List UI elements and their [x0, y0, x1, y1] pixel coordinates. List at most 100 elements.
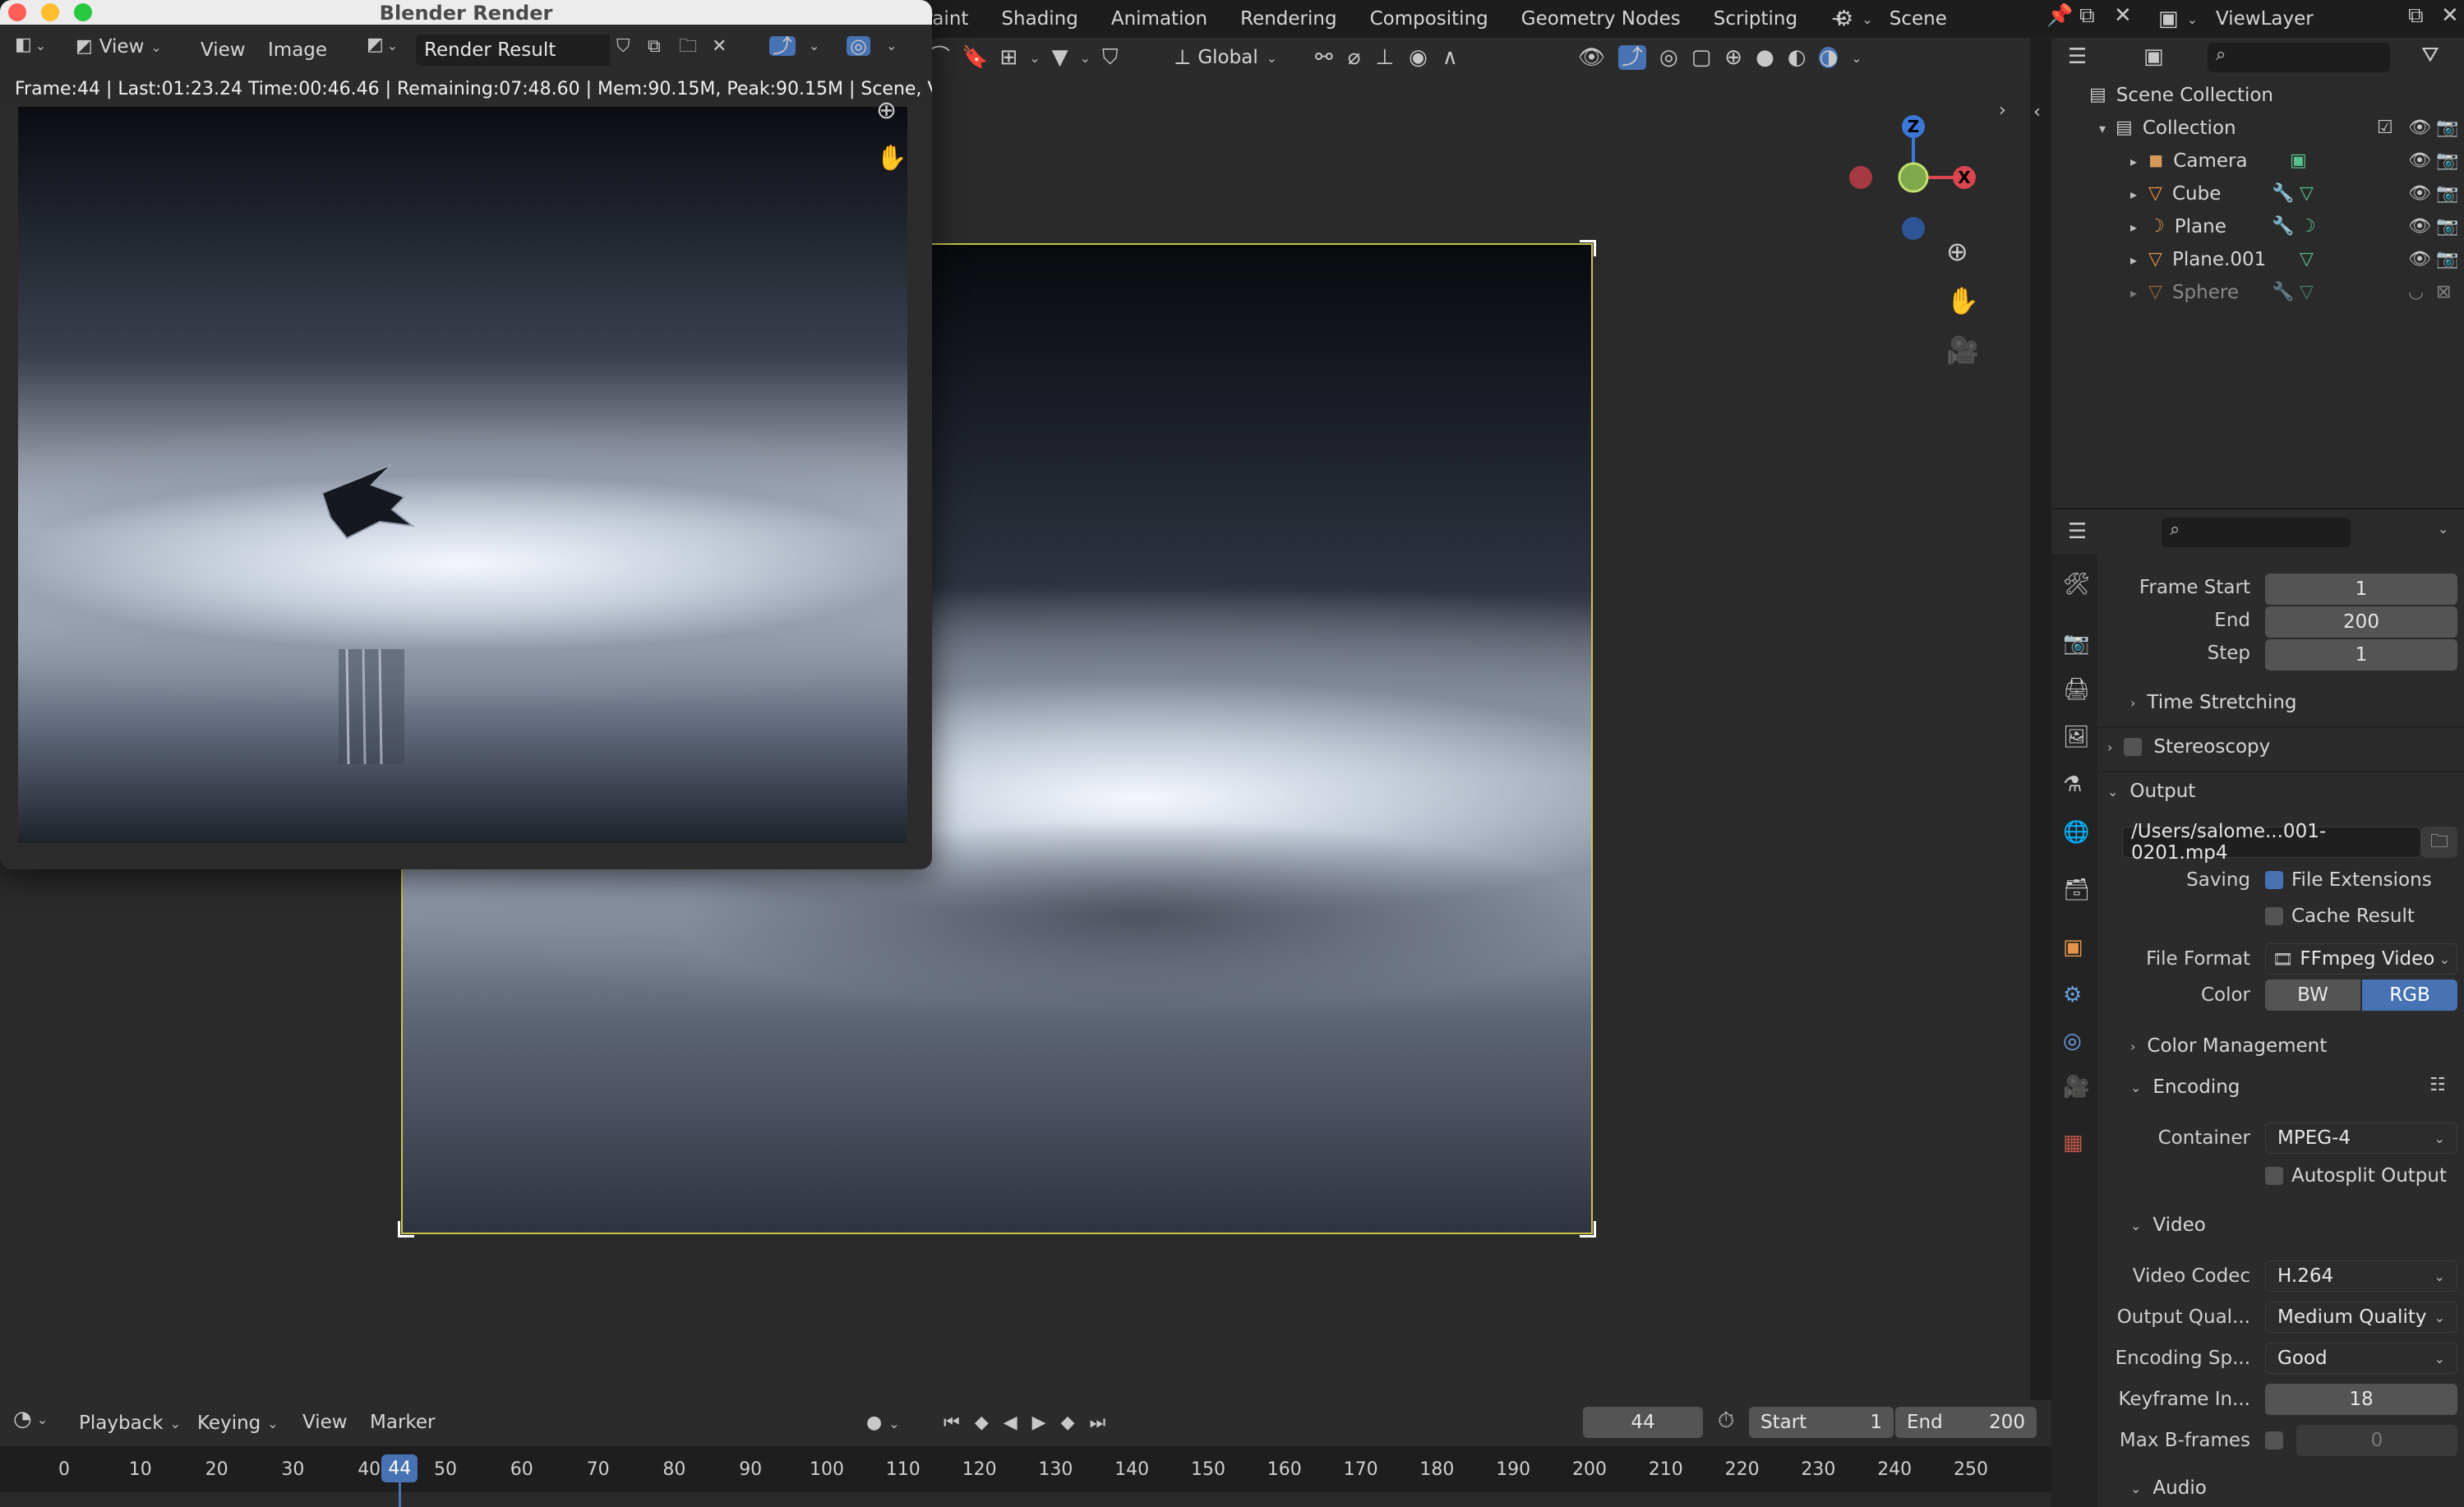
image-name-field[interactable]: Render Result	[416, 35, 610, 66]
container-dropdown[interactable]: MPEG-4 ⌄	[2265, 1122, 2457, 1154]
zoom-icon[interactable]: ⊕	[1946, 238, 1968, 265]
outliner-item[interactable]: ▸ ▽ Cube 🔧 ▽ 👁 📷	[2051, 177, 2464, 210]
chevron-down-icon[interactable]: ▾	[2099, 121, 2106, 136]
gizmo-toggle-icon[interactable]: ⤴	[769, 36, 796, 56]
mesh-data-icon[interactable]: ▽	[2300, 185, 2314, 203]
camera-view-icon[interactable]: 🎥	[1946, 337, 1979, 363]
render-camera-icon[interactable]: 📷	[2436, 119, 2458, 137]
folder-browse-button[interactable]: 🗀	[2421, 827, 2457, 858]
color-rgb-button[interactable]: RGB	[2362, 979, 2457, 1011]
outliner-item[interactable]: ▸ ◼ Camera ▣ 👁 📷	[2051, 145, 2464, 177]
scene-name[interactable]: Scene	[1890, 8, 1947, 30]
pivot-icon[interactable]: ⊞	[999, 47, 1017, 68]
keyframe-interval-field[interactable]: 18	[2265, 1384, 2457, 1415]
auto-keying-toggle[interactable]: ● ⌄	[866, 1407, 900, 1440]
scene-selector[interactable]: ⚙ ⌄ Scene	[1834, 0, 1947, 38]
eye-icon[interactable]: 👁	[2408, 218, 2431, 236]
outliner-item[interactable]: ▸ ▽ Plane.001 ▽ 👁 📷	[2051, 243, 2464, 276]
presets-list-icon[interactable]: ☷	[2429, 1076, 2446, 1095]
max-bframes-checkbox[interactable]	[2265, 1431, 2283, 1449]
chevron-right-icon[interactable]: ▸	[2130, 219, 2137, 235]
eye-closed-icon[interactable]: ◡	[2408, 283, 2424, 302]
encoding-panel[interactable]: ⌄ Encoding	[2130, 1076, 2240, 1098]
modifier-wrench-icon[interactable]: 🔧	[2272, 283, 2294, 302]
render-camera-icon[interactable]: 📷	[2436, 152, 2458, 170]
transform-orientation[interactable]: ⟂ Global ⌄	[1175, 41, 1277, 74]
overlay-toggle-icon[interactable]: ◎	[847, 36, 870, 56]
chevron-right-icon[interactable]: ›	[1999, 102, 2006, 120]
timeline-view-menu[interactable]: View	[302, 1412, 348, 1433]
keying-menu[interactable]: Keying ⌄	[197, 1407, 279, 1440]
end-frame-field[interactable]: End 200	[1895, 1407, 2037, 1438]
filter-icon[interactable]: ▼	[1052, 47, 1068, 68]
open-folder-icon[interactable]: 🗀	[679, 38, 697, 56]
snap-target-icon[interactable]: ⊥	[1375, 47, 1394, 68]
camera-data-icon[interactable]: ▣	[2290, 152, 2307, 170]
texture-tab-icon[interactable]: ▦	[2063, 1132, 2083, 1154]
gizmo-toggle-icon[interactable]: ⤴	[1618, 45, 1647, 70]
mesh-data-icon[interactable]: ▽	[2300, 251, 2314, 269]
xray-icon[interactable]: ▢	[1691, 47, 1712, 68]
outliner-collection[interactable]: ▾ ▤ Collection ☑ 👁 📷	[2051, 112, 2464, 145]
tab-shading[interactable]: Shading	[1001, 8, 1077, 30]
render-disabled-icon[interactable]: ⊠	[2436, 283, 2451, 302]
close-icon[interactable]: ✕	[712, 38, 727, 56]
chevron-down-icon[interactable]: ⌄	[809, 38, 819, 53]
pan-hand-icon[interactable]: ✋	[876, 146, 907, 171]
timeline-marker-menu[interactable]: Marker	[370, 1412, 436, 1433]
viewlayer-name[interactable]: ViewLayer	[2216, 8, 2314, 30]
outliner-root[interactable]: ▤ Scene Collection	[2051, 79, 2464, 112]
view-menu[interactable]: View	[201, 39, 246, 61]
pin-icon[interactable]: 📌	[2046, 5, 2073, 26]
chevron-down-icon[interactable]: ⌄	[1029, 50, 1040, 66]
start-frame-field[interactable]: Start 1	[1749, 1407, 1894, 1438]
properties-search-input[interactable]: ⌕	[2162, 518, 2351, 547]
tool-tab-icon[interactable]: 🛠	[2063, 574, 2090, 595]
cache-result-checkbox[interactable]	[2265, 907, 2283, 925]
scene-tab-icon[interactable]: ⚗	[2063, 774, 2082, 795]
tab-animation[interactable]: Animation	[1111, 8, 1207, 30]
filter-icon[interactable]: ⛛	[2421, 44, 2439, 66]
new-viewlayer-icon[interactable]: ⧉	[2408, 5, 2424, 26]
play-icon[interactable]: ▶	[1032, 1414, 1046, 1432]
outliner-item[interactable]: ▸ ☽ Plane 🔧 ☽ 👁 📷	[2051, 210, 2464, 243]
autosplit-checkbox[interactable]	[2265, 1167, 2283, 1185]
rendered-shading-icon[interactable]: ◑	[1819, 47, 1839, 68]
video-codec-dropdown[interactable]: H.264 ⌄	[2265, 1260, 2457, 1292]
area-divider[interactable]: ‹	[2030, 38, 2051, 1400]
output-panel[interactable]: ⌄ Output	[2107, 781, 2195, 802]
render-tab-icon[interactable]: 📷	[2063, 633, 2089, 654]
frame-step-field[interactable]: 1	[2265, 639, 2457, 671]
display-mode-icon[interactable]: ▣	[2143, 46, 2164, 67]
tab-compositing[interactable]: Compositing	[1370, 8, 1488, 30]
pan-hand-icon[interactable]: ✋	[1946, 288, 1979, 314]
chevron-down-icon[interactable]: ⌄	[2438, 521, 2448, 537]
chevron-down-icon[interactable]: ⌄	[886, 38, 897, 53]
chevron-right-icon[interactable]: ▸	[2130, 154, 2137, 169]
falloff-icon[interactable]: ∧	[1442, 47, 1458, 68]
modifier-wrench-icon[interactable]: 🔧	[2272, 218, 2294, 236]
render-camera-icon[interactable]: 📷	[2436, 185, 2458, 203]
proportional-edit-icon[interactable]: ◉	[1409, 47, 1428, 68]
view-mode-button[interactable]: ◩ View ⌄	[76, 36, 162, 58]
output-quality-dropdown[interactable]: Medium Quality ⌄	[2265, 1302, 2457, 1333]
file-format-dropdown[interactable]: 🎞 FFmpeg Video ⌄	[2265, 943, 2457, 975]
timeline-ruler[interactable]: 0 10 20 30 40 50 60 70 80 90 100 110 120 130 140 150 160…	[0, 1446, 2051, 1507]
color-bw-button[interactable]: BW	[2265, 979, 2360, 1011]
wireframe-shading-icon[interactable]: ⊕	[1724, 47, 1742, 68]
view-layer-tab-icon[interactable]: 🖼	[2063, 726, 2090, 748]
chevron-left-icon[interactable]: ‹	[2033, 104, 2041, 122]
solid-shading-icon[interactable]: ●	[1756, 47, 1774, 68]
color-management-panel[interactable]: › Color Management	[2130, 1035, 2327, 1057]
outliner-item[interactable]: ▸ ▽ Sphere 🔧 ▽ ◡ ⊠	[2051, 276, 2464, 309]
file-extensions-checkbox[interactable]	[2265, 871, 2283, 889]
image-browse-button[interactable]: ◩ ⌄	[367, 36, 398, 54]
timeline-editor-type[interactable]: ◔ ⌄	[13, 1408, 48, 1430]
next-keyframe-icon[interactable]: ◆	[1061, 1414, 1075, 1432]
frame-start-field[interactable]: 1	[2265, 574, 2457, 605]
jump-end-icon[interactable]: ⏭	[1090, 1414, 1106, 1432]
data-tab-icon[interactable]: 🎥	[2063, 1076, 2089, 1098]
fake-user-shield-icon[interactable]: ⛉	[616, 38, 630, 56]
frame-end-field[interactable]: 200	[2265, 606, 2457, 638]
stereoscopy-panel[interactable]: › Stereoscopy	[2107, 736, 2270, 758]
